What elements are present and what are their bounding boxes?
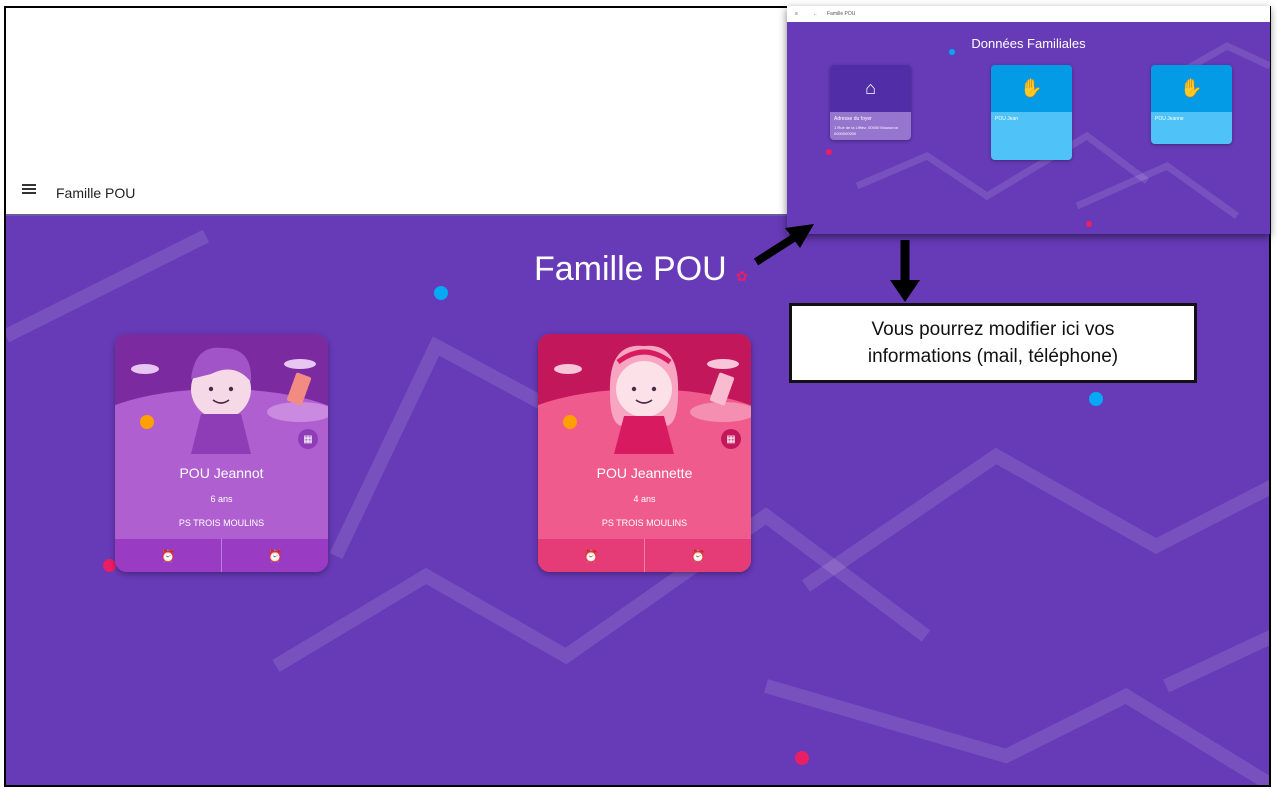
callout-line-2: informations (mail, téléphone) [867, 346, 1119, 367]
info-callout: Vous pourrez modifier ici vos informatio… [789, 303, 1197, 383]
callout-line-1: Vous pourrez modifier ici vos [871, 319, 1115, 340]
annotation-arrows [753, 224, 920, 302]
